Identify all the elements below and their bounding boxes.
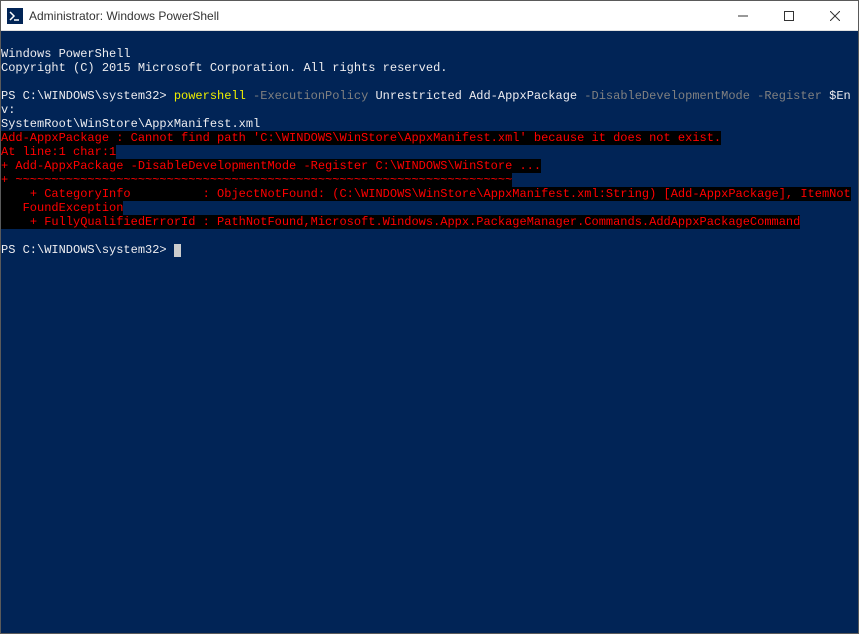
- window-controls: [720, 1, 858, 31]
- powershell-icon: [7, 8, 23, 24]
- cursor: [174, 244, 181, 257]
- prompt-text: PS C:\WINDOWS\system32>: [1, 243, 174, 257]
- command-name: powershell: [174, 89, 246, 103]
- command-flag: -DisableDevelopmentMode -Register: [577, 89, 822, 103]
- maximize-button[interactable]: [766, 1, 812, 31]
- prompt-line: PS C:\WINDOWS\system32>: [1, 243, 181, 257]
- error-category-info: + CategoryInfo : ObjectNotFound: (C:\WIN…: [1, 187, 851, 201]
- error-exception: FoundException: [1, 201, 123, 215]
- command-continuation: SystemRoot\WinStore\AppxManifest.xml: [1, 117, 260, 131]
- command-line-1: PS C:\WINDOWS\system32> powershell -Exec…: [1, 89, 851, 117]
- error-statement: + Add-AppxPackage -DisableDevelopmentMod…: [1, 159, 541, 173]
- error-message: Add-AppxPackage : Cannot find path 'C:\W…: [1, 131, 721, 145]
- close-button[interactable]: [812, 1, 858, 31]
- error-id: + FullyQualifiedErrorId : PathNotFound,M…: [1, 215, 800, 229]
- titlebar[interactable]: Administrator: Windows PowerShell: [1, 1, 858, 31]
- terminal-area[interactable]: Windows PowerShell Copyright (C) 2015 Mi…: [1, 31, 858, 633]
- window-title: Administrator: Windows PowerShell: [29, 9, 720, 23]
- command-arg: Unrestricted Add-AppxPackage: [368, 89, 577, 103]
- prompt-text: PS C:\WINDOWS\system32>: [1, 89, 174, 103]
- minimize-button[interactable]: [720, 1, 766, 31]
- banner-line: Windows PowerShell: [1, 47, 131, 61]
- powershell-window: Administrator: Windows PowerShell Window…: [0, 0, 859, 634]
- command-flag: -ExecutionPolicy: [246, 89, 368, 103]
- error-underline: + ~~~~~~~~~~~~~~~~~~~~~~~~~~~~~~~~~~~~~~…: [1, 173, 512, 187]
- error-location: At line:1 char:1: [1, 145, 116, 159]
- copyright-line: Copyright (C) 2015 Microsoft Corporation…: [1, 61, 447, 75]
